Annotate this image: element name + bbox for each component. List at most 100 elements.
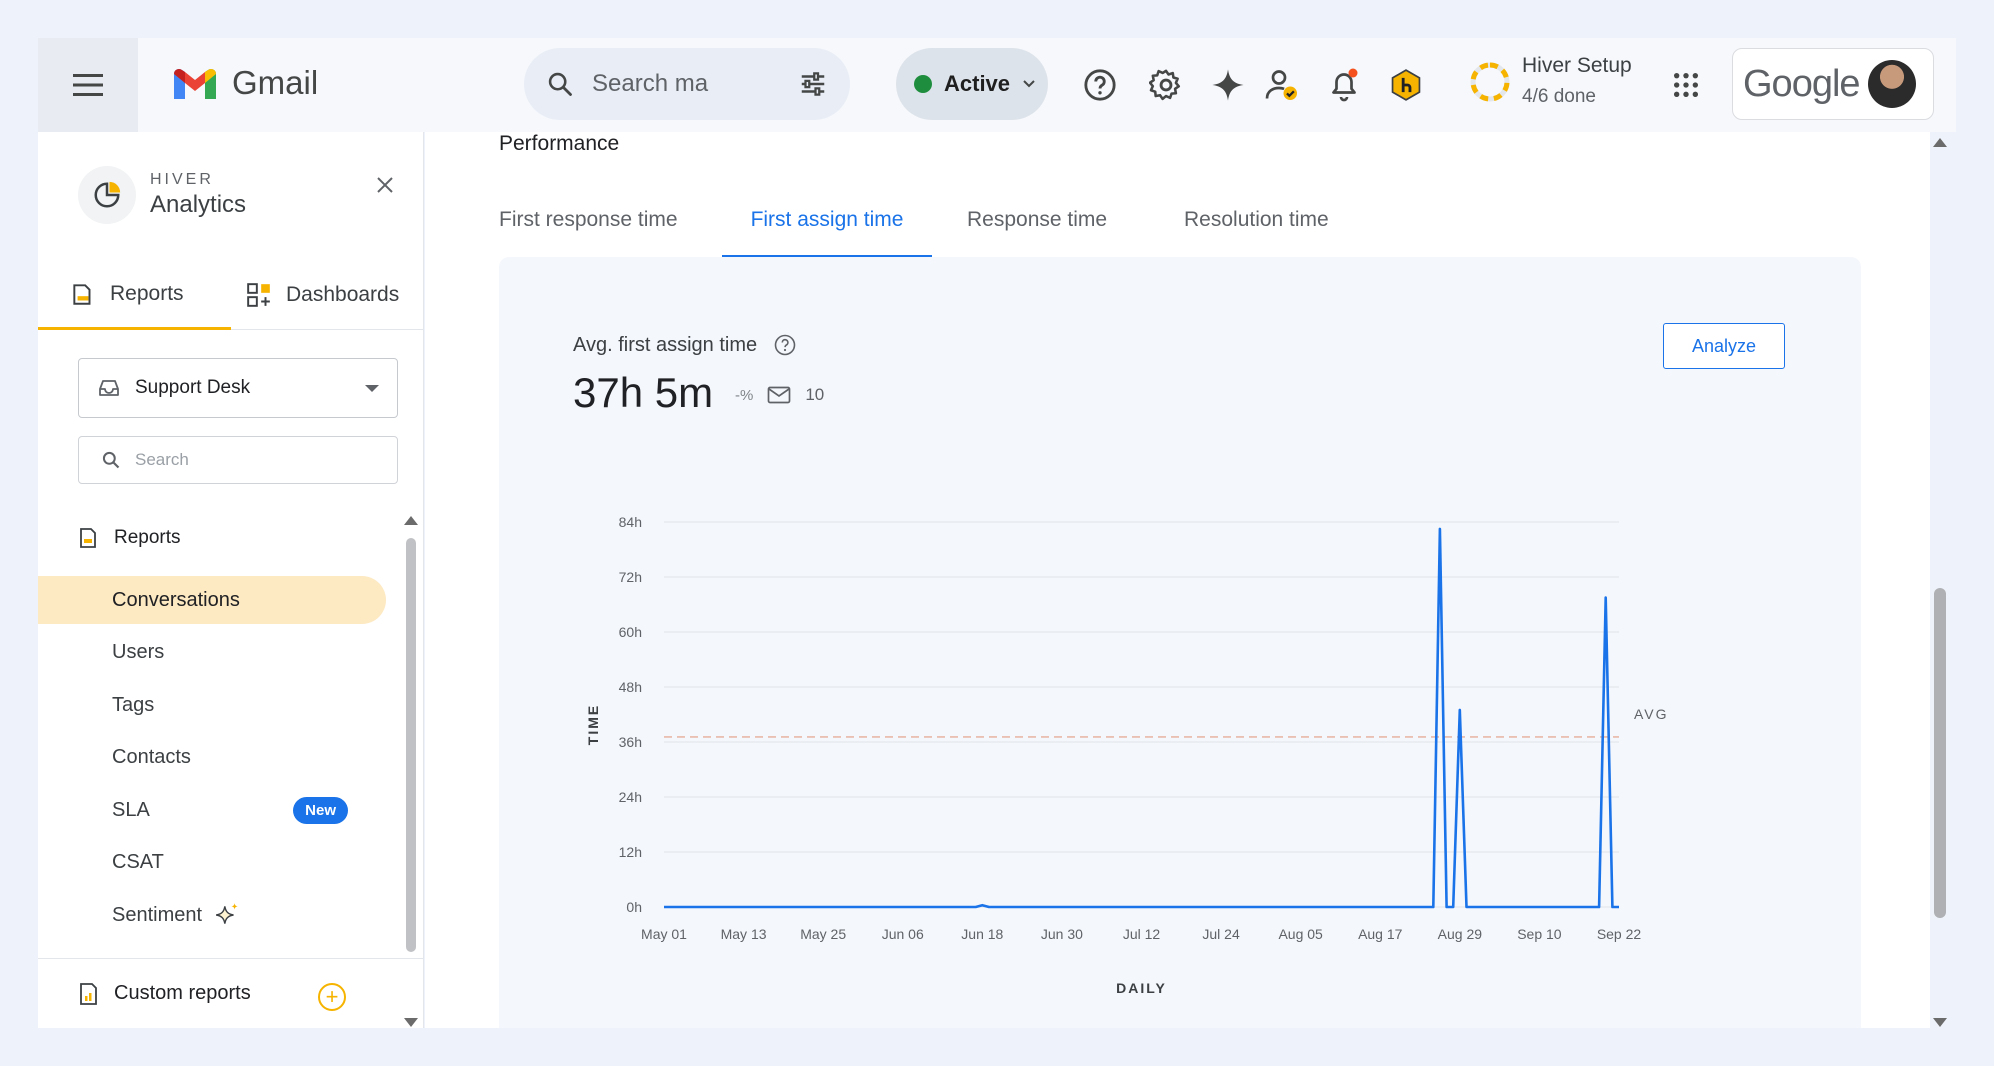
search-icon xyxy=(102,451,120,469)
x-tick-label: Jul 12 xyxy=(1123,926,1161,942)
bell-icon xyxy=(1332,68,1358,102)
google-wordmark: Google xyxy=(1743,62,1861,105)
status-selector[interactable]: Active xyxy=(896,48,1048,120)
help-icon xyxy=(1084,69,1116,101)
tab-reports[interactable]: Reports xyxy=(38,260,231,330)
analytics-sidebar: HIVER Analytics Reports Dashboards Suppo… xyxy=(38,132,424,1028)
custom-report-icon xyxy=(80,982,97,1005)
inbox-icon xyxy=(99,380,119,396)
reports-section-header[interactable]: Reports xyxy=(78,526,181,550)
gear-icon xyxy=(1149,69,1181,101)
notifications-button[interactable] xyxy=(1322,63,1366,107)
avatar xyxy=(1867,60,1916,108)
report-search-input[interactable]: Search xyxy=(78,436,398,484)
sidebar-item-label: Contacts xyxy=(112,745,191,768)
tab-label: Resolution time xyxy=(1184,208,1329,231)
mail-search-input[interactable]: Search ma xyxy=(592,70,798,98)
hiver-analytics-brand: HIVER Analytics xyxy=(78,166,246,224)
x-tick-label: May 01 xyxy=(641,926,687,942)
sidebar-item-sla[interactable]: SLA New xyxy=(38,786,386,834)
x-tick-label: Jul 24 xyxy=(1202,926,1240,942)
dashboards-icon xyxy=(247,283,270,307)
setup-title: Hiver Setup xyxy=(1522,54,1632,77)
apps-grid-icon xyxy=(1673,72,1699,98)
sidebar-scrollbar[interactable] xyxy=(406,538,416,952)
x-tick-label: Jun 30 xyxy=(1041,926,1083,942)
sidebar-item-label: Conversations xyxy=(112,588,240,611)
tab-first-response-time[interactable]: First response time xyxy=(475,198,702,258)
x-tick-label: Jun 18 xyxy=(961,926,1003,942)
tab-reports-label: Reports xyxy=(110,281,184,305)
pie-chart-icon xyxy=(94,181,121,208)
sidebar-item-users[interactable]: Users xyxy=(38,628,386,676)
brand-company: HIVER xyxy=(150,171,214,188)
add-custom-report-button[interactable]: + xyxy=(318,983,346,1011)
sidebar-item-csat[interactable]: CSAT xyxy=(38,838,386,886)
metric-card: Avg. first assign time 37h 5m -% 10 Anal… xyxy=(499,257,1861,1028)
sidebar-scroll-up-icon[interactable] xyxy=(404,516,418,525)
sidebar-item-label: Sentiment xyxy=(112,903,203,926)
gmail-logo[interactable]: Gmail xyxy=(172,64,318,102)
apps-button[interactable] xyxy=(1664,63,1708,107)
x-tick-label: Sep 10 xyxy=(1517,926,1562,942)
sidebar-item-sentiment[interactable]: Sentiment xyxy=(38,891,386,939)
inbox-selector-value: Support Desk xyxy=(135,377,251,398)
sidebar-item-tags[interactable]: Tags xyxy=(38,681,386,729)
gemini-button[interactable] xyxy=(1206,63,1250,107)
tab-resolution-time[interactable]: Resolution time xyxy=(1184,198,1329,258)
tab-dashboards-label: Dashboards xyxy=(286,283,400,306)
main-scroll-up-icon[interactable] xyxy=(1933,138,1947,147)
tab-first-assign-time[interactable]: First assign time xyxy=(722,198,932,258)
sidebar-item-conversations[interactable]: Conversations xyxy=(38,576,386,624)
top-bar: Gmail Search ma Active Hiver Setup 4/6 d… xyxy=(38,38,1956,132)
brand-logo xyxy=(78,166,136,224)
y-tick-label: 36h xyxy=(619,734,642,750)
setup-status: 4/6 done xyxy=(1522,86,1596,107)
x-tick-label: Aug 29 xyxy=(1438,926,1483,942)
x-axis-title: DAILY xyxy=(1116,980,1167,996)
main-scrollbar[interactable] xyxy=(1934,588,1946,918)
dropdown-caret-icon xyxy=(365,384,379,392)
mail-search-bar[interactable]: Search ma xyxy=(524,48,850,120)
reports-icon xyxy=(73,283,91,305)
sidebar-item-contacts[interactable]: Contacts xyxy=(38,733,386,781)
y-tick-label: 0h xyxy=(626,899,642,915)
status-dot-icon xyxy=(914,75,932,93)
tab-response-time[interactable]: Response time xyxy=(967,198,1107,258)
x-tick-label: Aug 17 xyxy=(1358,926,1403,942)
main-scroll-down-icon[interactable] xyxy=(1933,1018,1947,1027)
main-menu-button[interactable] xyxy=(38,38,138,132)
help-button[interactable] xyxy=(1078,63,1122,107)
close-icon xyxy=(377,177,393,193)
tab-dashboards[interactable]: Dashboards xyxy=(246,260,399,330)
x-tick-label: Jun 06 xyxy=(882,926,924,942)
sparkle-icon xyxy=(216,903,238,924)
custom-reports-label: Custom reports xyxy=(114,982,251,1004)
app-name: Gmail xyxy=(232,64,319,101)
brand-product: Analytics xyxy=(150,191,247,218)
hiver-extension-button[interactable] xyxy=(1384,63,1428,107)
inbox-selector[interactable]: Support Desk xyxy=(78,358,398,418)
settings-button[interactable] xyxy=(1144,63,1188,107)
new-badge: New xyxy=(293,796,348,824)
close-sidebar-button[interactable] xyxy=(376,170,394,201)
assignment-button[interactable] xyxy=(1260,63,1304,107)
sidebar-item-label: Users xyxy=(112,640,165,663)
progress-ring-icon xyxy=(1470,62,1510,102)
sidebar-item-label: SLA xyxy=(112,798,150,821)
account-button[interactable]: Google xyxy=(1732,48,1934,120)
hiver-hexagon-icon xyxy=(1391,69,1421,101)
gmail-m-icon xyxy=(174,69,216,99)
sidebar-scroll-down-icon[interactable] xyxy=(404,1018,418,1027)
section-title: Performance xyxy=(499,132,620,155)
y-tick-label: 12h xyxy=(619,844,642,860)
custom-reports-row[interactable]: Custom reports + xyxy=(38,958,423,1028)
sparkle-icon xyxy=(1212,69,1244,101)
search-options-icon[interactable] xyxy=(798,69,828,99)
search-icon[interactable] xyxy=(546,70,574,98)
tab-label: First assign time xyxy=(750,208,904,231)
chevron-down-icon xyxy=(1023,80,1035,88)
y-tick-label: 72h xyxy=(619,569,642,585)
series-line xyxy=(664,527,1619,909)
first-assign-time-chart: 0h 12h 24h 36h 48h 60h 72h 84h May 01 May 13 May 2… xyxy=(585,514,1667,996)
